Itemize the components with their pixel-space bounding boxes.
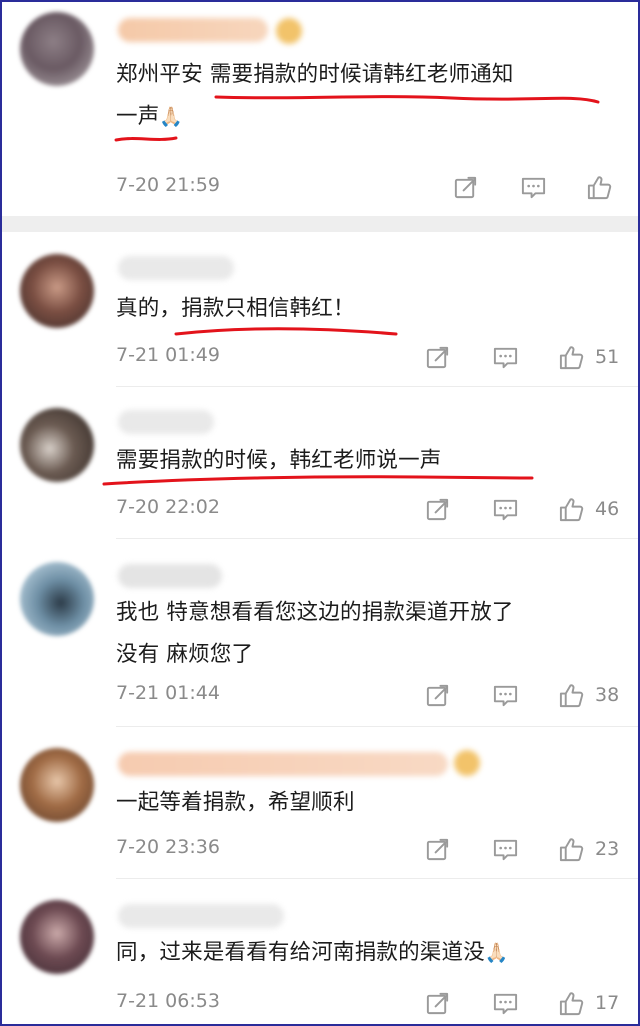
row-divider — [116, 726, 638, 727]
comment-meta: 7-21 01:44 38 — [116, 680, 619, 712]
comment-text-line: 我也 特意想看看您这边的捐款渠道开放了 — [116, 600, 514, 625]
comment-time: 7-20 21:59 — [116, 174, 220, 196]
thumbs-up-icon — [558, 836, 585, 863]
comment-item: 我也 特意想看看您这边的捐款渠道开放了 没有 麻烦您了 7-21 01:44 3… — [2, 540, 638, 726]
avatar[interactable] — [20, 12, 94, 86]
comment-meta: 7-21 01:49 51 — [116, 342, 619, 374]
comment-text-line: 需要捐款的时候，韩红老师说一声 — [116, 448, 442, 473]
like-button[interactable]: 51 — [558, 342, 619, 372]
comment-text: 真的，捐款只相信韩红！ — [116, 288, 612, 330]
username-blurred[interactable] — [118, 904, 284, 928]
comment-time: 7-20 23:36 — [116, 836, 220, 858]
comment-item: 同，过来是看看有给河南捐款的渠道没🙏🏻 7-21 06:53 17 — [2, 880, 638, 1026]
row-divider — [116, 386, 638, 387]
comment-text-line: 同，过来是看看有给河南捐款的渠道没 — [116, 940, 485, 965]
share-button[interactable] — [424, 494, 451, 524]
row-divider — [116, 538, 638, 539]
comment-text: 同，过来是看看有给河南捐款的渠道没🙏🏻 — [116, 932, 612, 974]
folded-hands-emoji: 🙏🏻 — [159, 106, 184, 128]
avatar[interactable] — [20, 562, 94, 636]
username-blurred[interactable] — [118, 410, 214, 434]
comment-text: 我也 特意想看看您这边的捐款渠道开放了 没有 麻烦您了 — [116, 592, 612, 676]
share-icon — [424, 344, 451, 371]
share-icon — [424, 836, 451, 863]
like-button[interactable]: 38 — [558, 680, 619, 710]
comment-text-line: 一起等着捐款，希望顺利 — [116, 790, 355, 815]
comment-text-line: 没有 麻烦您了 — [116, 642, 254, 667]
share-icon — [424, 990, 451, 1017]
comment-icon — [492, 990, 519, 1017]
section-divider — [2, 216, 638, 232]
avatar[interactable] — [20, 408, 94, 482]
comment-icon — [492, 344, 519, 371]
comment-text: 一起等着捐款，希望顺利 — [116, 782, 612, 824]
reply-button[interactable] — [520, 172, 547, 202]
username-blurred[interactable] — [118, 564, 222, 588]
comment-time: 7-21 06:53 — [116, 990, 220, 1012]
thumbs-up-icon — [558, 344, 585, 371]
share-button[interactable] — [424, 988, 451, 1018]
like-button[interactable] — [586, 172, 623, 202]
like-button[interactable]: 23 — [558, 834, 619, 864]
share-icon — [424, 496, 451, 523]
comment-icon — [492, 496, 519, 523]
like-count: 23 — [595, 838, 620, 860]
vip-badge-icon — [276, 18, 302, 44]
reply-button[interactable] — [492, 680, 519, 710]
comment-time: 7-21 01:49 — [116, 344, 220, 366]
reply-button[interactable] — [492, 988, 519, 1018]
vip-badge-icon — [454, 750, 480, 776]
comment-time: 7-21 01:44 — [116, 682, 220, 704]
row-divider — [116, 878, 638, 879]
comment-icon — [492, 836, 519, 863]
username-blurred[interactable] — [118, 752, 448, 776]
share-button[interactable] — [452, 172, 479, 202]
avatar[interactable] — [20, 748, 94, 822]
like-count: 38 — [595, 684, 620, 706]
thumbs-up-icon — [558, 496, 585, 523]
like-button[interactable]: 46 — [558, 494, 619, 524]
comment-icon — [520, 174, 547, 201]
comment-meta: 7-20 21:59 — [116, 172, 618, 204]
like-count: 46 — [595, 498, 620, 520]
comment-text-line: 一声 — [116, 104, 160, 129]
comment-item: 需要捐款的时候，韩红老师说一声 7-20 22:02 46 — [2, 388, 638, 538]
username-blurred[interactable] — [118, 256, 234, 280]
share-button[interactable] — [424, 680, 451, 710]
comment-text-line: 真的，捐款只相信韩红！ — [116, 296, 355, 321]
thumbs-up-icon — [586, 174, 613, 201]
comment-text: 需要捐款的时候，韩红老师说一声 — [116, 440, 612, 482]
reply-button[interactable] — [492, 834, 519, 864]
comment-text: 郑州平安 需要捐款的时候请韩红老师通知 一声🙏🏻 — [116, 54, 612, 138]
thumbs-up-icon — [558, 682, 585, 709]
like-count: 17 — [595, 992, 620, 1014]
comment-item: 郑州平安 需要捐款的时候请韩红老师通知 一声🙏🏻 7-20 21:59 — [2, 2, 638, 214]
comment-meta: 7-20 22:02 46 — [116, 494, 619, 526]
share-button[interactable] — [424, 342, 451, 372]
like-button[interactable]: 17 — [558, 988, 619, 1018]
like-count: 51 — [595, 346, 620, 368]
comment-text-line: 郑州平安 需要捐款的时候请韩红老师通知 — [116, 62, 514, 87]
comment-item: 真的，捐款只相信韩红！ 7-21 01:49 51 — [2, 234, 638, 386]
reply-button[interactable] — [492, 494, 519, 524]
share-icon — [424, 682, 451, 709]
comment-meta: 7-20 23:36 23 — [116, 834, 619, 866]
share-icon — [452, 174, 479, 201]
share-button[interactable] — [424, 834, 451, 864]
thumbs-up-icon — [558, 990, 585, 1017]
comment-feed: 郑州平安 需要捐款的时候请韩红老师通知 一声🙏🏻 7-20 21:59 真的，捐… — [0, 0, 640, 1026]
avatar[interactable] — [20, 900, 94, 974]
comment-item: 一起等着捐款，希望顺利 7-20 23:36 23 — [2, 728, 638, 878]
comment-time: 7-20 22:02 — [116, 496, 220, 518]
reply-button[interactable] — [492, 342, 519, 372]
username-blurred[interactable] — [118, 18, 268, 42]
comment-meta: 7-21 06:53 17 — [116, 988, 619, 1020]
folded-hands-emoji: 🙏🏻 — [484, 942, 509, 964]
comment-icon — [492, 682, 519, 709]
avatar[interactable] — [20, 254, 94, 328]
